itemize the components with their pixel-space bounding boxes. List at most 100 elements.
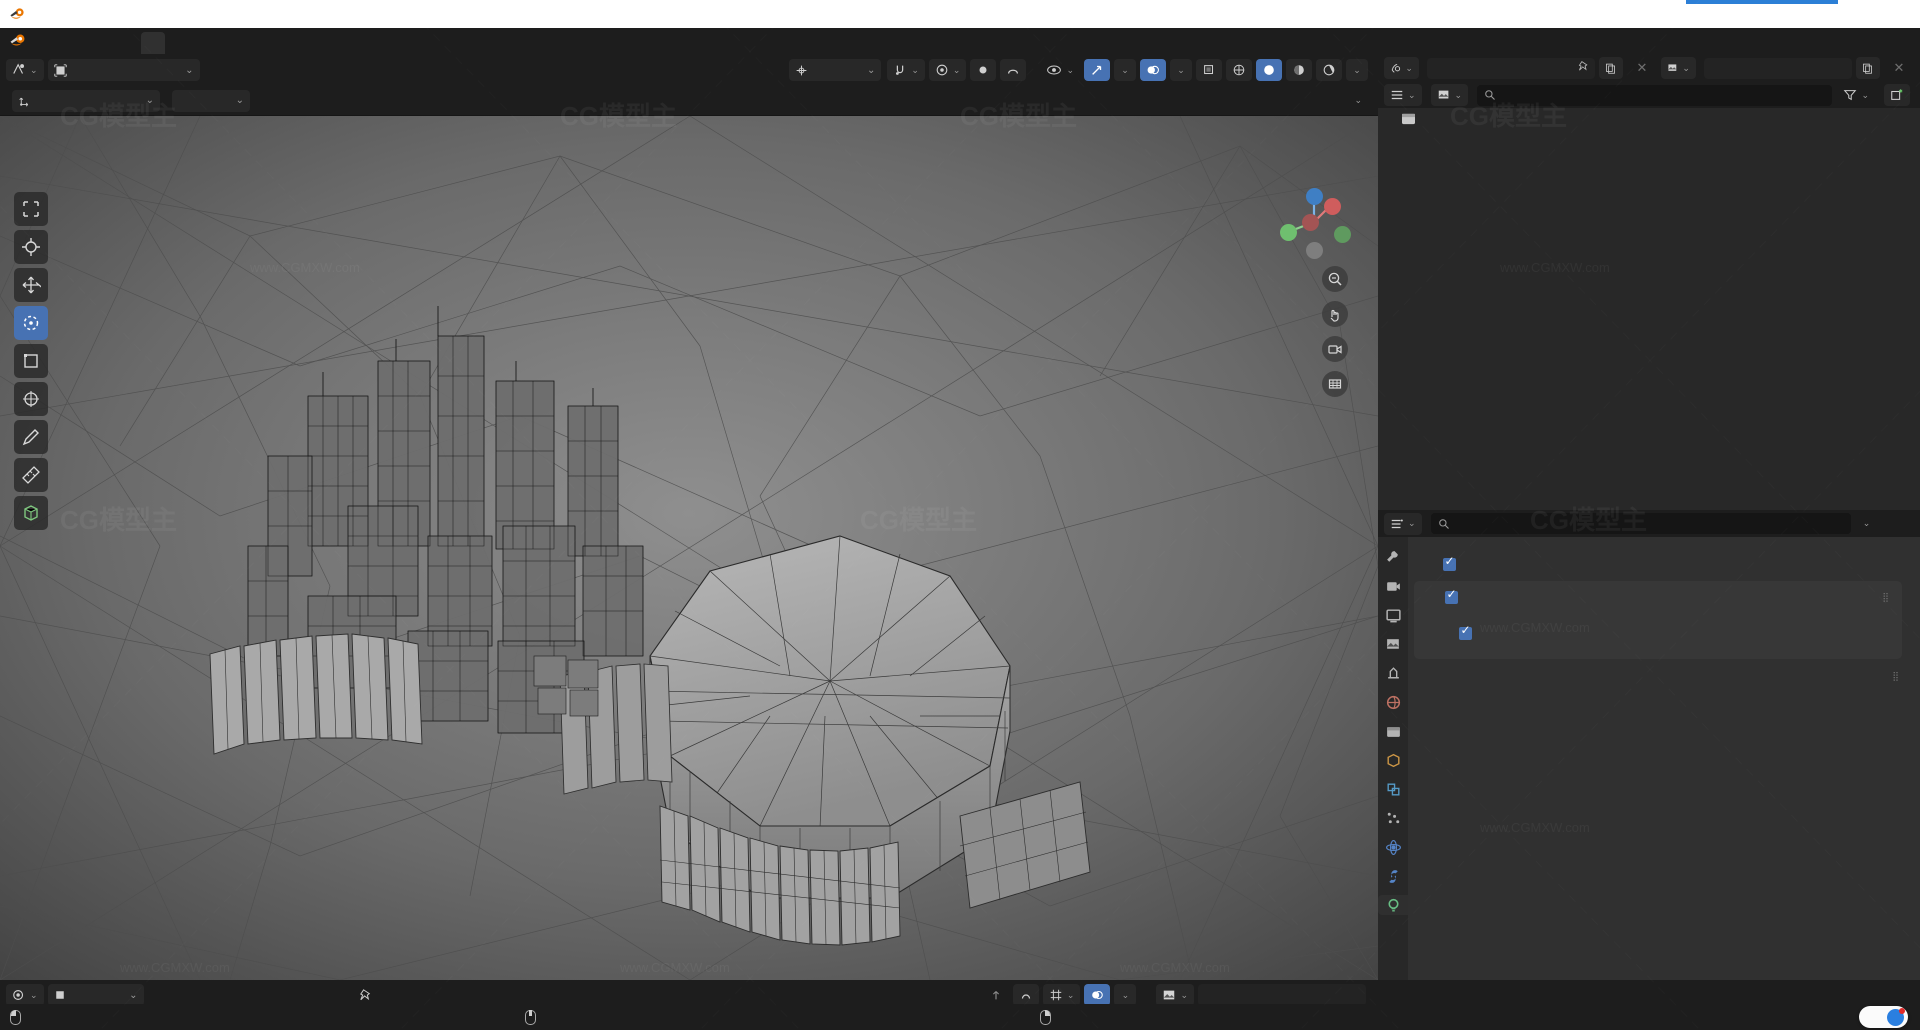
gizmo-axis-x[interactable] [1324,198,1341,215]
outliner-tree[interactable] [1378,108,1920,510]
close-button[interactable] [1874,0,1920,28]
overlays-dropdown[interactable]: ⌄ [1170,59,1192,81]
viewlayer-browse-icon[interactable]: ⌄ [1660,57,1696,79]
viewport-menu-object[interactable] [260,59,278,81]
scale-tool[interactable] [14,344,48,378]
viewlayer-name-field[interactable] [1703,57,1853,79]
node-snap-magnet-icon[interactable] [1012,984,1039,1006]
tab-output-icon[interactable] [1383,605,1403,625]
tab-world-icon[interactable] [1383,692,1403,712]
proportional-falloff-button[interactable] [970,59,997,81]
shader-menu-view[interactable] [150,984,168,1006]
tab-rendering[interactable] [309,32,333,54]
tab-sculpting[interactable] [189,32,213,54]
scene-browse-icon[interactable]: ⌄ [1384,57,1419,79]
viewport-options-button[interactable]: ⌄ [1344,90,1368,112]
network-speed-widget[interactable] [1859,1006,1908,1028]
overlays-toggle-button[interactable] [1140,59,1166,81]
outliner-row-scene-collection[interactable] [1378,108,1920,129]
gizmo-axis-neg-x[interactable] [1302,214,1319,231]
gizmo-axis-z[interactable] [1306,188,1323,205]
menu-file[interactable] [37,28,55,54]
pan-hand-icon[interactable] [1322,301,1348,327]
camera-view-icon[interactable] [1322,336,1348,362]
shadow-panel-header[interactable]: ⣿ [1414,585,1898,609]
new-scene-button[interactable] [1599,57,1623,79]
editor-type-icon[interactable]: ⌄ [6,59,44,81]
tab-constraint-icon[interactable] [1383,866,1403,886]
snap-toggle-button[interactable]: ⌄ [887,59,925,81]
navigation-gizmo[interactable] [1276,184,1352,260]
tab-modifier-icon[interactable] [1383,779,1403,799]
rotate-tool[interactable] [14,306,48,340]
gizmo-axis-neg-y[interactable] [1334,226,1351,243]
properties-search-input[interactable] [1430,513,1851,534]
shading-rendered-button[interactable] [1316,59,1342,81]
maximize-button[interactable] [1828,0,1874,28]
shadow-checkbox[interactable] [1445,587,1458,604]
panel-grip[interactable]: ⣿ [1882,592,1890,601]
add-cube-tool[interactable] [14,496,48,530]
shading-wireframe-button[interactable] [1226,59,1252,81]
custom-distance-panel-header[interactable] [1412,552,1908,576]
tab-data-light-icon[interactable] [1378,895,1408,915]
tab-physics-icon[interactable] [1383,837,1403,857]
tab-modeling[interactable] [165,32,189,54]
node-snap-target-icon[interactable]: ⌄ [1042,984,1081,1006]
shading-solid-button[interactable] [1256,59,1282,81]
tab-collection-icon[interactable] [1383,721,1403,741]
contact-shadow-panel-header[interactable] [1414,621,1898,645]
shader-menu-node[interactable] [204,984,222,1006]
contact-shadow-checkbox[interactable] [1459,623,1472,640]
proportional-edit-button[interactable]: ⌄ [928,59,967,81]
new-viewlayer-button[interactable] [1856,57,1880,79]
properties-options-dropdown[interactable]: ⌄ [1856,513,1878,535]
shading-dropdown[interactable]: ⌄ [1346,59,1368,81]
gizmo-axis-y[interactable] [1280,224,1297,241]
interaction-mode-dropdown[interactable]: ⌄ [47,59,200,81]
outliner-editor-type-icon[interactable]: ⌄ [1384,84,1422,106]
properties-editor-type-icon[interactable]: ⌄ [1384,512,1422,535]
shader-menu-add[interactable] [186,984,204,1006]
outliner-display-mode-dropdown[interactable]: ⌄ [1430,84,1469,106]
tab-uv-editing[interactable] [213,32,237,54]
editor-type-shader-icon[interactable]: ⌄ [6,984,44,1006]
tab-geometry-nodes[interactable] [357,32,381,54]
snap-magnet-icon[interactable] [1000,59,1027,81]
tab-scripting[interactable] [381,32,405,54]
viewport-canvas[interactable] [0,116,1378,980]
tab-layout[interactable] [141,32,165,54]
drag-action-dropdown[interactable]: ⌄ [172,89,250,112]
move-tool[interactable] [14,268,48,302]
minimize-button[interactable] [1782,0,1828,28]
outliner-search-input[interactable] [1477,84,1833,106]
tab-tool-icon[interactable] [1383,547,1403,567]
custom-distance-checkbox[interactable] [1443,554,1456,571]
viewport-menu-view[interactable] [206,59,224,81]
image-browse-icon[interactable]: ⌄ [1156,984,1194,1006]
menu-edit[interactable] [55,28,73,54]
gizmo-axis-neg-z[interactable] [1306,242,1323,259]
shader-type-dropdown[interactable]: ⌄ [47,984,144,1006]
viewport-menu-add[interactable] [242,59,260,81]
tab-shading[interactable] [261,32,285,54]
gizmo-dropdown[interactable]: ⌄ [1114,59,1136,81]
transform-orientation-dropdown[interactable]: ⌄ [789,59,882,81]
node-overlay-toggle[interactable] [1084,984,1111,1006]
network-add-button[interactable] [1887,1007,1905,1026]
image-name-field[interactable] [1198,984,1366,1006]
xray-toggle-button[interactable] [1196,59,1222,81]
tab-particles-icon[interactable] [1383,808,1403,828]
scene-name-field[interactable] [1426,57,1596,79]
tab-viewlayer-icon[interactable] [1383,634,1403,654]
pin-icon[interactable] [352,984,379,1006]
menu-help[interactable] [109,28,127,54]
viewport-menu-select[interactable] [224,59,242,81]
tab-scene-icon[interactable] [1383,663,1403,683]
menu-window[interactable] [91,28,109,54]
node-overlay-dropdown[interactable]: ⌄ [1114,984,1137,1006]
cursor-tool[interactable] [14,230,48,264]
menu-render[interactable] [73,28,91,54]
tab-render-icon[interactable] [1383,576,1403,596]
shader-menu-select[interactable] [168,984,186,1006]
